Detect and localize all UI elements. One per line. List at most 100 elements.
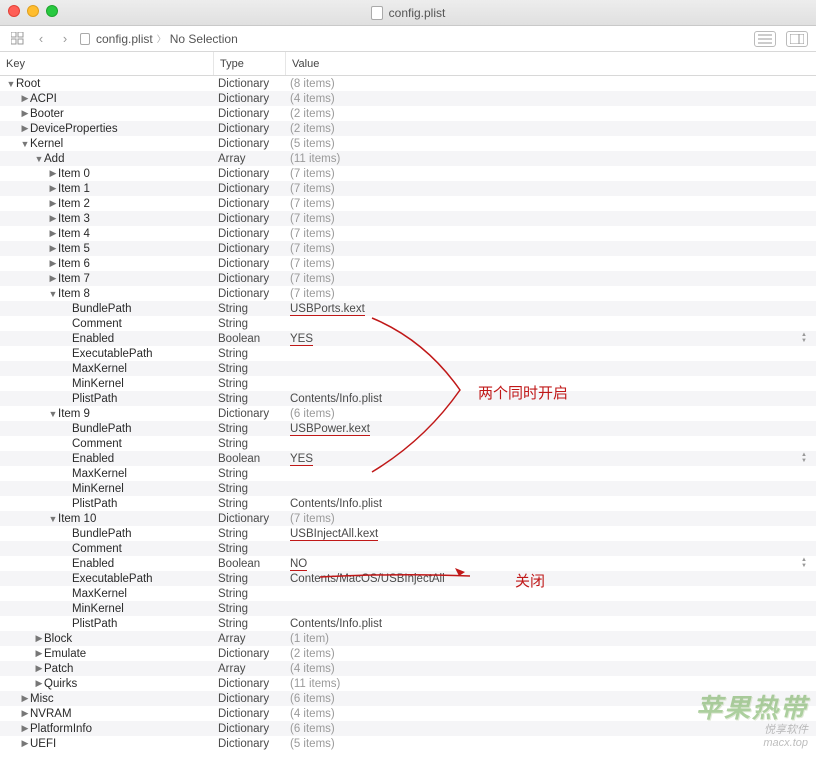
breadcrumb-file[interactable]: config.plist [96,32,153,46]
cell-key[interactable]: MaxKernel [0,588,214,600]
chevron-right-icon[interactable]: ▶ [20,93,30,104]
table-row[interactable]: ▶ACPIDictionary(4 items) [0,91,816,106]
cell-key[interactable]: Comment [0,438,214,450]
cell-type[interactable]: String [214,498,286,510]
cell-type[interactable]: Dictionary [214,708,286,720]
cell-type[interactable]: Dictionary [214,723,286,735]
chevron-right-icon[interactable]: ▶ [34,678,44,689]
chevron-right-icon[interactable]: ▶ [20,693,30,704]
cell-value[interactable]: Contents/Info.plist [286,393,816,405]
plist-tree[interactable]: ▼RootDictionary(8 items)▶ACPIDictionary(… [0,76,816,751]
cell-key[interactable]: ▶NVRAM [0,708,214,720]
table-row[interactable]: ▶Item 7Dictionary(7 items) [0,271,816,286]
cell-type[interactable]: Array [214,633,286,645]
table-row[interactable]: MinKernelString [0,481,816,496]
cell-value[interactable]: Contents/Info.plist [286,618,816,630]
cell-key[interactable]: Enabled [0,333,214,345]
table-row[interactable]: ▶NVRAMDictionary(4 items) [0,706,816,721]
cell-key[interactable]: ▶Booter [0,108,214,120]
cell-key[interactable]: PlistPath [0,498,214,510]
table-row[interactable]: ▶Item 1Dictionary(7 items) [0,181,816,196]
cell-type[interactable]: Dictionary [214,198,286,210]
back-button[interactable]: ‹ [32,30,50,48]
cell-type[interactable]: Dictionary [214,693,286,705]
table-row[interactable]: BundlePathStringUSBPower.kext [0,421,816,436]
cell-key[interactable]: ▶Patch [0,663,214,675]
cell-key[interactable]: MinKernel [0,483,214,495]
minimize-icon[interactable] [27,5,39,17]
cell-key[interactable]: ▶Item 3 [0,213,214,225]
list-view-icon[interactable] [754,31,776,47]
cell-type[interactable]: String [214,603,286,615]
cell-key[interactable]: BundlePath [0,528,214,540]
cell-key[interactable]: ▶Emulate [0,648,214,660]
table-row[interactable]: ▶Item 0Dictionary(7 items) [0,166,816,181]
cell-key[interactable]: MinKernel [0,603,214,615]
cell-type[interactable]: Array [214,663,286,675]
cell-type[interactable]: String [214,423,286,435]
cell-type[interactable]: String [214,618,286,630]
cell-value[interactable]: Contents/MacOS/USBInjectAll [286,573,816,585]
column-key[interactable]: Key [0,52,214,75]
cell-type[interactable]: Dictionary [214,213,286,225]
cell-key[interactable]: ▼Kernel [0,138,214,150]
cell-type[interactable]: String [214,378,286,390]
cell-key[interactable]: ▶UEFI [0,738,214,750]
chevron-down-icon[interactable]: ▼ [34,154,44,164]
table-row[interactable]: ExecutablePathString [0,346,816,361]
cell-type[interactable]: String [214,348,286,360]
table-row[interactable]: ▶DevicePropertiesDictionary(2 items) [0,121,816,136]
column-value[interactable]: Value [286,52,816,75]
table-row[interactable]: ▼KernelDictionary(5 items) [0,136,816,151]
cell-key[interactable]: ▶Item 4 [0,228,214,240]
chevron-right-icon[interactable]: ▶ [20,708,30,719]
cell-type[interactable]: Array [214,153,286,165]
zoom-icon[interactable] [46,5,58,17]
cell-key[interactable]: MaxKernel [0,468,214,480]
cell-key[interactable]: BundlePath [0,423,214,435]
table-row[interactable]: ▼AddArray(11 items) [0,151,816,166]
cell-type[interactable]: Boolean [214,453,286,465]
table-row[interactable]: MaxKernelString [0,586,816,601]
cell-value[interactable]: USBPorts.kext [286,303,816,315]
cell-value[interactable]: YES [286,333,816,345]
chevron-down-icon[interactable]: ▼ [20,139,30,149]
table-row[interactable]: ▶PatchArray(4 items) [0,661,816,676]
table-row[interactable]: CommentString [0,436,816,451]
table-row[interactable]: ▶UEFIDictionary(5 items) [0,736,816,751]
cell-type[interactable]: Dictionary [214,93,286,105]
cell-key[interactable]: ▼Item 10 [0,513,214,525]
cell-key[interactable]: ▶Misc [0,693,214,705]
table-row[interactable]: BundlePathStringUSBInjectAll.kext [0,526,816,541]
table-row[interactable]: MinKernelString [0,376,816,391]
cell-type[interactable]: Dictionary [214,648,286,660]
chevron-right-icon[interactable]: ▶ [48,273,58,284]
cell-type[interactable]: Dictionary [214,243,286,255]
cell-type[interactable]: Dictionary [214,183,286,195]
cell-key[interactable]: MinKernel [0,378,214,390]
table-row[interactable]: ▶BooterDictionary(2 items) [0,106,816,121]
cell-key[interactable]: ▶Quirks [0,678,214,690]
chevron-right-icon[interactable]: ▶ [48,168,58,179]
cell-key[interactable]: Enabled [0,558,214,570]
cell-type[interactable]: String [214,483,286,495]
cell-type[interactable]: String [214,303,286,315]
cell-key[interactable]: ▼Add [0,153,214,165]
cell-value[interactable]: USBPower.kext [286,423,816,435]
cell-type[interactable]: Dictionary [214,78,286,90]
chevron-right-icon[interactable]: ▶ [20,723,30,734]
forward-button[interactable]: › [56,30,74,48]
cell-key[interactable]: ▼Item 9 [0,408,214,420]
table-row[interactable]: ▶MiscDictionary(6 items) [0,691,816,706]
cell-type[interactable]: Dictionary [214,228,286,240]
cell-key[interactable]: ▶ACPI [0,93,214,105]
table-row[interactable]: PlistPathStringContents/Info.plist [0,616,816,631]
table-row[interactable]: CommentString [0,316,816,331]
chevron-right-icon[interactable]: ▶ [20,738,30,749]
cell-key[interactable]: PlistPath [0,618,214,630]
table-row[interactable]: EnabledBooleanNO▲▼ [0,556,816,571]
cell-key[interactable]: ▼Item 8 [0,288,214,300]
table-row[interactable]: ▼RootDictionary(8 items) [0,76,816,91]
chevron-down-icon[interactable]: ▼ [48,409,58,419]
chevron-right-icon[interactable]: ▶ [48,243,58,254]
